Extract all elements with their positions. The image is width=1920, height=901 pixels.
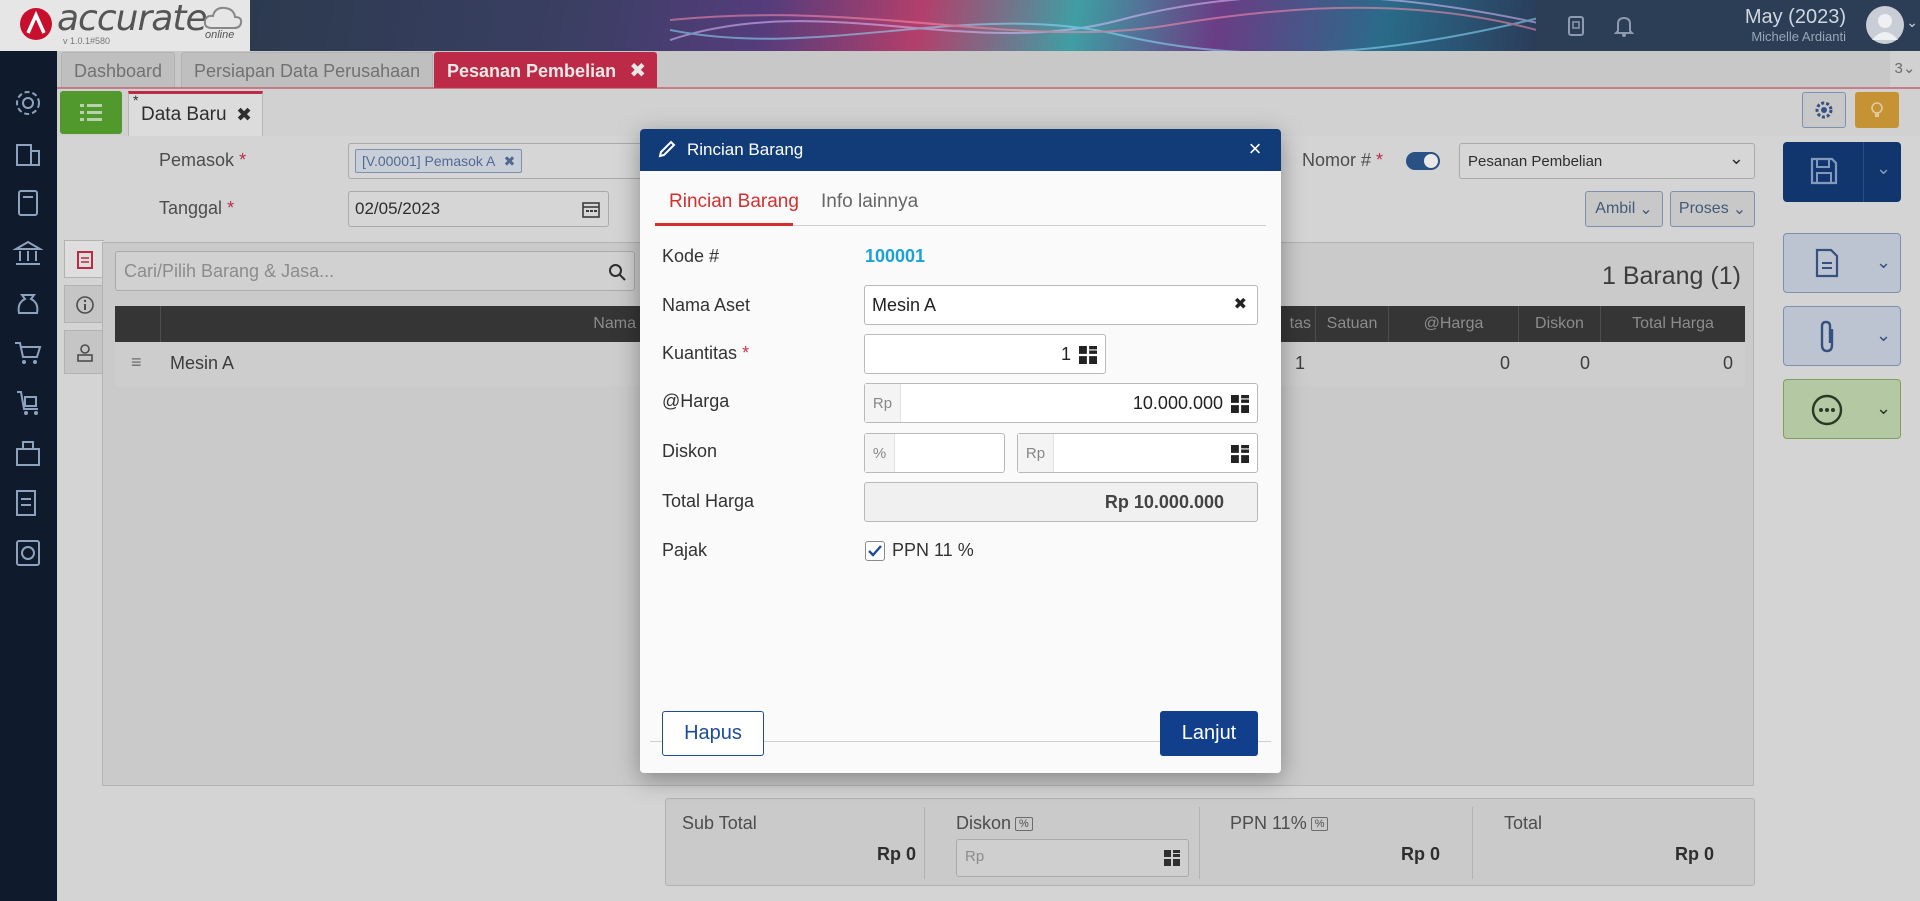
active-tab-indicator [655,223,793,226]
kuantitas-label-text: Kuantitas [662,343,738,363]
tax-report-icon[interactable] [12,487,44,519]
nama-aset-field[interactable]: Mesin A ✖ [864,285,1258,325]
period-label[interactable]: May (2023) [1745,6,1846,29]
diskon-percent-field[interactable]: % [864,433,1005,473]
diskon-label: Diskon [662,441,718,461]
diskon-pct-prefix: % [865,434,895,472]
header-right: May (2023) Michelle Ardianti ⌄ [1536,0,1920,51]
accurate-logo-icon [20,8,52,40]
ledger-book-icon[interactable] [12,187,44,219]
cart-icon[interactable] [12,337,44,369]
diskon-amount-field[interactable]: Rp [1017,433,1258,473]
banner-wave-graphic [670,0,1570,51]
lanjut-label: Lanjut [1181,722,1237,744]
kuantitas-value: 1 [1060,344,1071,364]
dialog-close-button[interactable]: × [1243,137,1267,161]
calculator-icon[interactable] [1231,395,1249,413]
user-name[interactable]: Michelle Ardianti [1751,29,1846,44]
harga-label: @Harga [662,391,730,411]
brand-name: accurate [57,0,208,39]
purchase-trolley-icon[interactable] [12,387,44,419]
version-label: v 1.0.1#580 [63,36,111,46]
harga-field[interactable]: Rp 10.000.000 [864,383,1258,423]
kuantitas-field[interactable]: 1 [864,334,1106,374]
check-icon [868,545,882,557]
inventory-icon[interactable] [12,437,44,469]
bookmark-button[interactable] [1556,0,1596,51]
logo-area: accurate online v 1.0.1#580 [0,0,293,51]
total-harga-label: Total Harga [662,491,755,511]
diskon-rp-prefix: Rp [1018,434,1054,472]
dialog-title: Rincian Barang [687,140,804,159]
calculator-icon[interactable] [1079,346,1097,364]
rincian-barang-dialog: Rincian Barang × Rincian Barang Info lai… [640,129,1281,773]
tab-rincian-barang[interactable]: Rincian Barang [669,191,799,213]
lanjut-button[interactable]: Lanjut [1160,711,1258,756]
hapus-label: Hapus [684,722,742,744]
user-avatar-icon [1872,14,1898,40]
tab-info-lainnya[interactable]: Info lainnya [821,191,918,213]
dialog-header: Rincian Barang × [640,129,1281,171]
header-banner [250,0,1570,51]
nama-aset-label: Nama Aset [662,295,751,315]
ppn-checkbox-label[interactable]: PPN 11 % [892,540,974,561]
total-harga-value: Rp 10.000.000 [1104,492,1224,512]
bell-icon [1614,16,1634,37]
kode-label: Kode # [662,246,720,266]
pajak-label: Pajak [662,540,708,560]
top-bar: accurate online v 1.0.1#580 May (2023) M… [0,0,1920,51]
cloud-icon [203,6,243,29]
total-harga-field: Rp 10.000.000 [864,482,1258,522]
clear-icon[interactable]: ✖ [1234,294,1247,314]
dialog-body: Rincian Barang Info lainnya Kode # 10000… [640,171,1281,773]
bookmark-icon [1568,15,1584,36]
settings-gear-icon[interactable] [12,87,44,119]
user-menu-chevron-icon[interactable]: ⌄ [1906,14,1918,31]
kuantitas-label: Kuantitas * [662,343,750,363]
harga-prefix: Rp [865,384,901,422]
calculator-icon[interactable] [1231,445,1249,463]
kode-value[interactable]: 100001 [865,246,925,267]
money-bag-icon[interactable] [12,287,44,319]
sidebar [0,51,57,901]
reports-chart-icon[interactable] [12,537,44,569]
bank-icon[interactable] [12,237,44,269]
hapus-button[interactable]: Hapus [662,711,764,756]
pencil-icon [658,140,676,158]
nama-aset-value: Mesin A [872,295,937,315]
avatar[interactable] [1866,6,1904,44]
harga-value: 10.000.000 [1132,393,1223,413]
notification-button[interactable] [1604,0,1644,51]
company-building-icon[interactable] [12,137,44,169]
ppn-checkbox[interactable] [865,541,885,561]
